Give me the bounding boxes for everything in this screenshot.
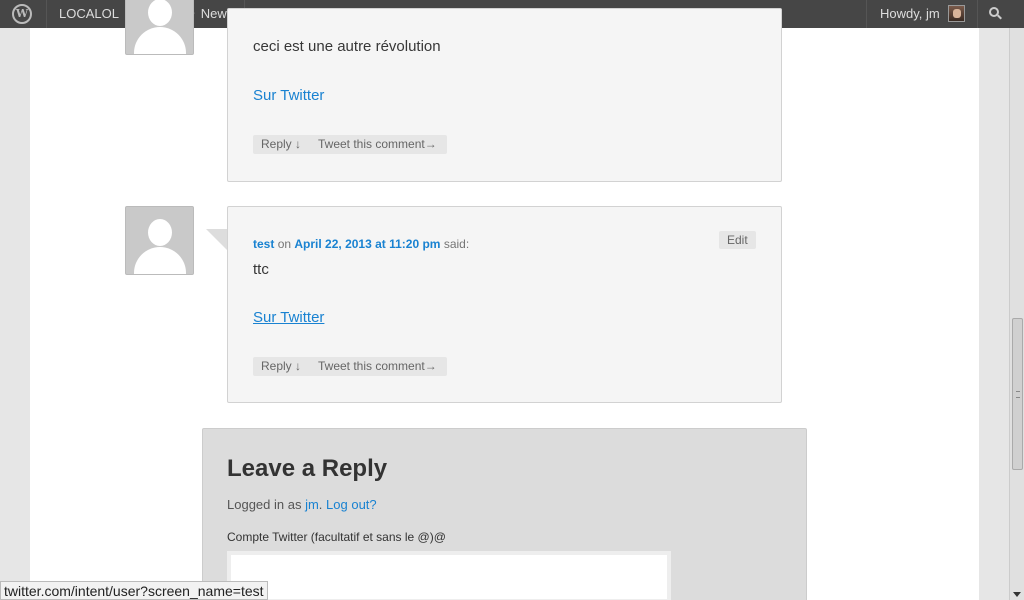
account-menu[interactable]: Howdy, jm: [880, 0, 940, 28]
comment-actions: Reply ↓ Tweet this comment→: [253, 357, 447, 376]
comment-said-text: said:: [443, 237, 470, 251]
admin-bar-divider: [977, 0, 978, 28]
wordpress-logo-icon[interactable]: W: [8, 0, 38, 28]
new-label: New: [200, 6, 227, 21]
comment-actions: Reply ↓ Tweet this comment→: [253, 135, 447, 154]
comment-text: ttc: [253, 261, 269, 278]
reply-link[interactable]: Reply ↓: [261, 135, 301, 154]
logged-in-prefix: Logged in as: [227, 497, 302, 512]
comment-on-text: on: [277, 237, 292, 251]
tweet-comment-link[interactable]: Tweet this comment→: [318, 135, 437, 154]
admin-bar-divider: [46, 0, 47, 28]
edit-comment-button[interactable]: Edit: [719, 231, 756, 249]
page-content: ceci est une autre révolution Sur Twitte…: [30, 0, 979, 600]
comment-date-link[interactable]: April 22, 2013 at 11:20 pm: [294, 237, 440, 251]
admin-bar-divider: [866, 0, 867, 28]
browser-status-bar: twitter.com/intent/user?screen_name=test: [0, 581, 268, 600]
twitter-link[interactable]: Sur Twitter: [253, 87, 324, 104]
comment-meta: test on April 22, 2013 at 11:20 pm said:: [253, 237, 469, 251]
twitter-link[interactable]: Sur Twitter: [253, 309, 324, 326]
comment-avatar: [125, 206, 194, 275]
tweet-comment-link[interactable]: Tweet this comment→: [318, 357, 437, 376]
scrollbar-thumb[interactable]: [1012, 318, 1023, 470]
reply-form-title: Leave a Reply: [227, 455, 388, 482]
reply-form: Leave a Reply Logged in as jm. Log out? …: [202, 428, 807, 600]
comment-text: ceci est une autre révolution: [253, 38, 441, 55]
profile-link[interactable]: jm: [305, 497, 319, 512]
vertical-scrollbar[interactable]: [1009, 28, 1024, 600]
logout-link[interactable]: Log out?: [326, 497, 377, 512]
user-avatar[interactable]: [948, 5, 965, 22]
comment-author-link[interactable]: test: [253, 237, 274, 251]
twitter-account-label: Compte Twitter (facultatif et sans le @)…: [227, 530, 446, 544]
site-name-link[interactable]: LOCALOL: [59, 0, 119, 28]
reply-link[interactable]: Reply ↓: [261, 357, 301, 376]
twitter-account-input[interactable]: [227, 551, 671, 600]
logged-in-notice: Logged in as jm. Log out?: [227, 497, 377, 512]
scroll-down-arrow-icon[interactable]: [1013, 592, 1021, 597]
search-icon[interactable]: [985, 0, 1005, 28]
comment-avatar: [125, 0, 194, 55]
comment-pointer: [206, 229, 228, 251]
